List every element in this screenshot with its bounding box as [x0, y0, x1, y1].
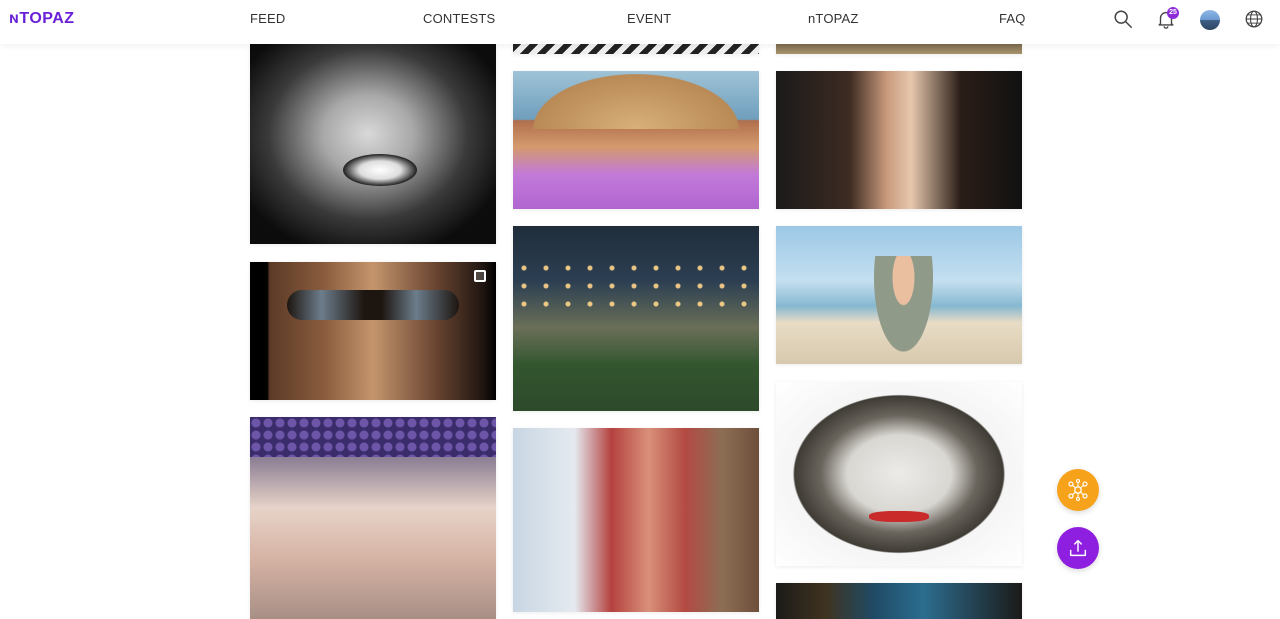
nav-contests[interactable]: CONTESTS — [423, 11, 495, 26]
photo-card[interactable] — [250, 417, 496, 619]
upload-icon — [1069, 539, 1087, 557]
photo-card[interactable] — [776, 44, 1022, 54]
nav-faq[interactable]: FAQ — [999, 11, 1026, 26]
top-navigation-bar: ɴTOPAZ FEED CONTESTS EVENT nTOPAZ FAQ 25 — [0, 0, 1280, 44]
nav-feed[interactable]: FEED — [250, 11, 285, 26]
nav-event[interactable]: EVENT — [627, 11, 671, 26]
globe-icon[interactable] — [1243, 8, 1265, 30]
photo-card[interactable] — [776, 583, 1022, 619]
ntopaz-logo[interactable]: ɴTOPAZ — [9, 10, 75, 28]
photo-card[interactable] — [513, 71, 759, 209]
photo-card[interactable] — [513, 44, 759, 54]
network-button[interactable] — [1057, 469, 1099, 511]
photo-card[interactable] — [776, 71, 1022, 209]
network-icon — [1068, 478, 1088, 502]
user-avatar[interactable] — [1200, 10, 1220, 30]
notification-count-badge: 25 — [1167, 7, 1179, 19]
photo-card[interactable] — [250, 262, 496, 400]
photo-card[interactable] — [513, 428, 759, 612]
photo-card[interactable] — [513, 226, 759, 411]
photo-card[interactable] — [776, 226, 1022, 364]
nav-ntopaz[interactable]: nTOPAZ — [808, 11, 859, 26]
photo-card[interactable] — [776, 382, 1022, 566]
upload-button[interactable] — [1057, 527, 1099, 569]
search-icon[interactable] — [1112, 8, 1134, 30]
photo-card[interactable] — [250, 44, 496, 244]
multi-photo-icon — [474, 270, 486, 282]
